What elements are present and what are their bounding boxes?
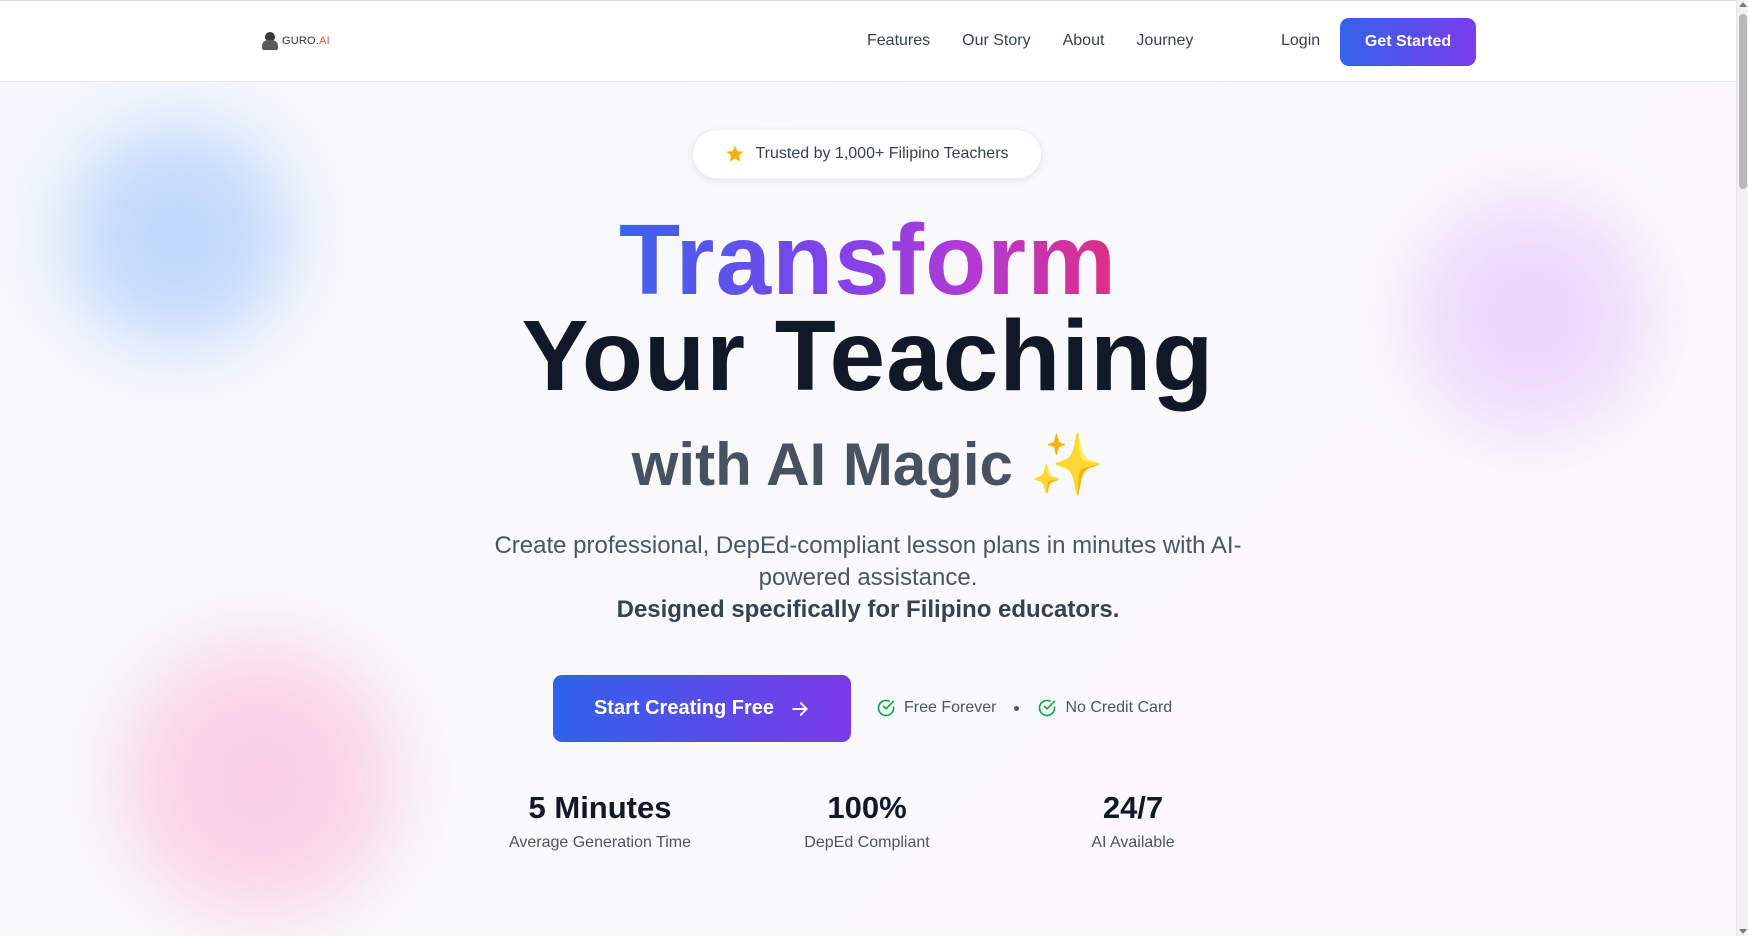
login-link[interactable]: Login xyxy=(1281,32,1320,50)
stat-value: 100% xyxy=(827,790,907,825)
perk-free-forever: Free Forever xyxy=(876,698,996,718)
check-circle-icon xyxy=(1039,699,1056,717)
trust-badge: Trusted by 1,000+ Filipino Teachers xyxy=(692,129,1042,179)
landing-page: GURO.AI Features Our Story About Journey… xyxy=(0,0,1748,936)
stat-deped-compliant: 100% DepEd Compliant xyxy=(747,788,987,852)
hero-description: Create professional, DepEd-compliant les… xyxy=(494,532,1242,591)
stat-label: AI Available xyxy=(1091,834,1175,851)
nav-links: Features Our Story About Journey xyxy=(867,32,1193,50)
decorative-pink-blob xyxy=(85,615,435,936)
perk-label: No Credit Card xyxy=(1065,699,1173,716)
hero-description-bold: Designed specifically for Filipino educa… xyxy=(616,596,1120,623)
separator-dot xyxy=(1014,705,1020,711)
nav-link-features[interactable]: Features xyxy=(867,32,930,50)
star-icon xyxy=(726,145,744,162)
trust-badge-text: Trusted by 1,000+ Filipino Teachers xyxy=(755,145,1009,162)
stat-label: DepEd Compliant xyxy=(804,834,930,851)
scroll-down-arrow-icon[interactable] xyxy=(1739,929,1747,934)
headline-with-ai-magic: with AI Magic ✨ xyxy=(631,431,1105,498)
stat-value: 24/7 xyxy=(1102,790,1164,825)
perks-row: Free Forever No Credit Card xyxy=(876,698,1172,718)
check-circle-icon xyxy=(877,699,895,717)
scrollbar-thumb[interactable] xyxy=(1739,14,1747,189)
arrow-right-icon xyxy=(792,701,808,716)
stat-label: Average Generation Time xyxy=(508,834,692,851)
stat-generation-time: 5 Minutes Average Generation Time xyxy=(480,788,720,852)
nav-link-our-story[interactable]: Our Story xyxy=(962,32,1030,50)
start-creating-free-button[interactable]: Start Creating Free xyxy=(553,675,851,742)
page-scrollbar[interactable] xyxy=(1736,0,1748,936)
headline-your-teaching: Your Teaching xyxy=(521,300,1215,412)
logo-text: GURO.AI xyxy=(282,35,330,47)
cta-label: Start Creating Free xyxy=(593,697,775,719)
stat-ai-available: 24/7 AI Available xyxy=(1013,788,1253,852)
top-navbar: GURO.AI Features Our Story About Journey… xyxy=(0,0,1736,82)
logo[interactable]: GURO.AI xyxy=(261,31,330,51)
perk-label: Free Forever xyxy=(904,699,997,716)
nav-link-journey[interactable]: Journey xyxy=(1136,32,1193,50)
stat-value: 5 Minutes xyxy=(528,790,672,825)
nav-link-about[interactable]: About xyxy=(1063,32,1105,50)
get-started-button[interactable]: Get Started xyxy=(1340,18,1476,66)
perk-no-credit-card: No Credit Card xyxy=(1037,698,1172,718)
scroll-up-arrow-icon[interactable] xyxy=(1739,2,1747,7)
teacher-logo-icon xyxy=(261,31,279,51)
